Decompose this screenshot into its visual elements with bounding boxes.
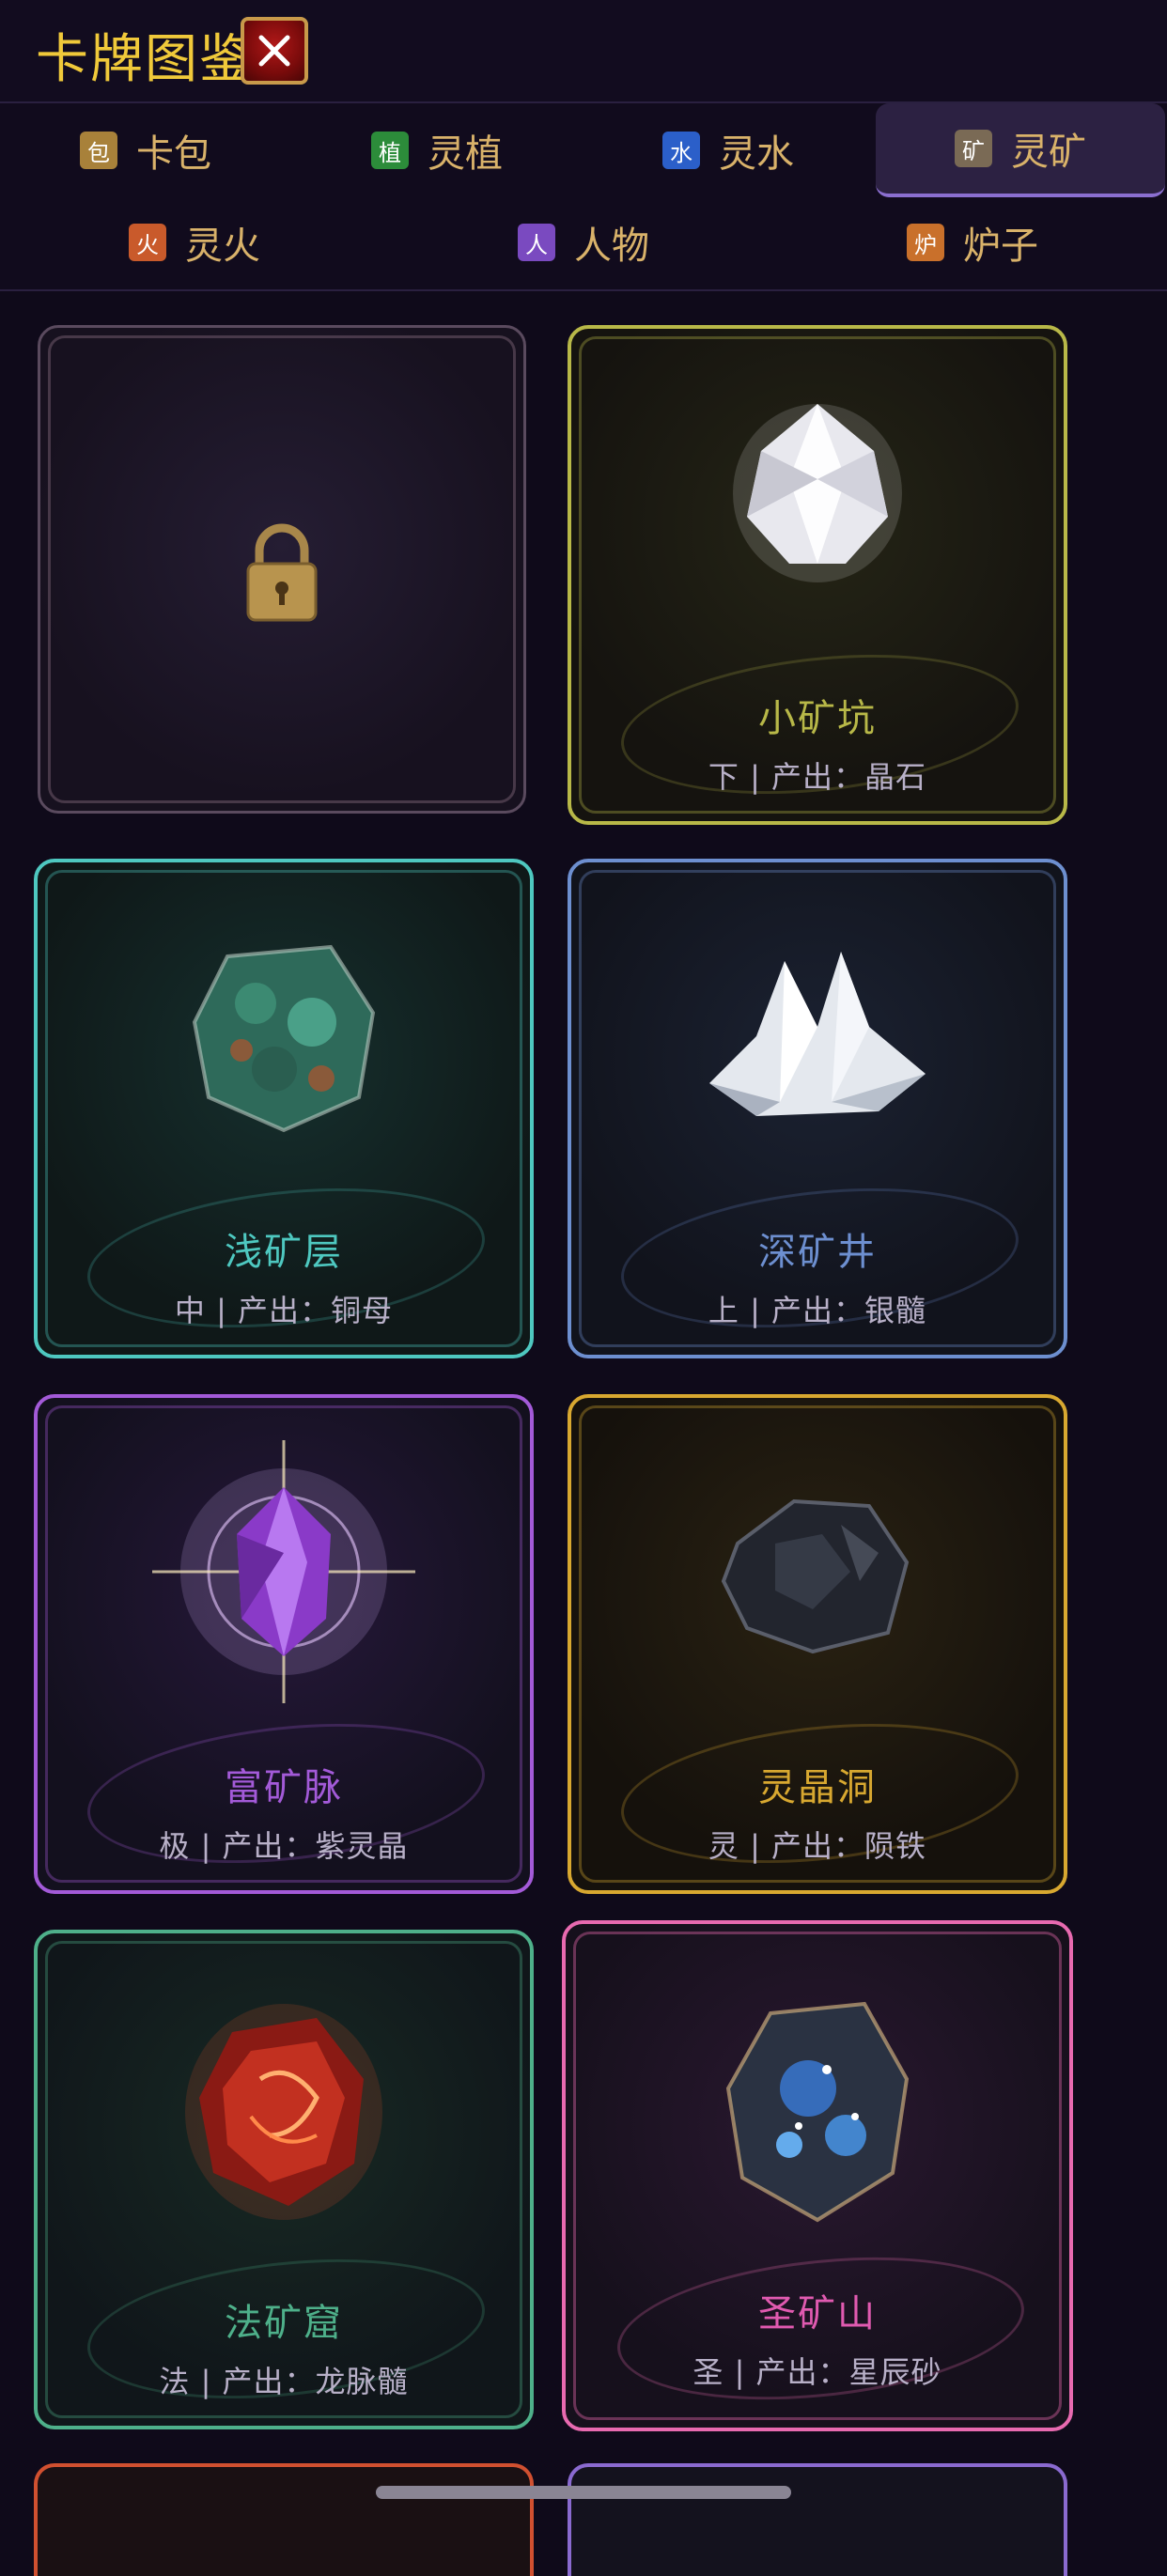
tab-spirit-water[interactable]: 水 灵水: [583, 105, 874, 195]
card-desc: 极 | 产出：紫灵晶: [159, 1828, 409, 1864]
starry-ore-art: [725, 2001, 910, 2223]
card-desc: 圣 | 产出：星辰砂: [692, 2354, 942, 2390]
fire-icon: 火: [129, 224, 166, 261]
tab-label: 灵火: [185, 225, 260, 268]
water-icon: 水: [662, 132, 700, 169]
page-title: 卡牌图鉴: [36, 29, 254, 90]
header: 卡牌图鉴: [0, 0, 1167, 103]
card-desc: 灵 | 产出：陨铁: [708, 1828, 927, 1864]
copper-ore-art: [192, 944, 376, 1133]
tab-spirit-fire[interactable]: 火 灵火: [0, 197, 389, 287]
close-icon: [258, 35, 290, 67]
tab-furnace[interactable]: 炉 炉子: [778, 197, 1167, 287]
card-mine[interactable]: 圣矿山 圣 | 产出：星辰砂: [562, 1920, 1073, 2431]
tab-label: 卡包: [136, 132, 211, 176]
plant-icon: 植: [371, 132, 409, 169]
card-mine[interactable]: 法矿窟 法 | 产出：龙脉髓: [34, 1930, 534, 2429]
card-name: 小矿坑: [758, 697, 877, 740]
card-name: 圣矿山: [758, 2292, 877, 2335]
crystal-stone-art: [733, 404, 902, 582]
card-mine-partial[interactable]: [34, 2463, 534, 2576]
tab-spirit-plant[interactable]: 植 灵植: [291, 105, 583, 195]
card-desc: 法 | 产出：龙脉髓: [159, 2364, 409, 2399]
card-desc: 上 | 产出：银髓: [708, 1293, 927, 1328]
card-locked[interactable]: [38, 325, 526, 814]
tab-label: 灵矿: [1011, 131, 1086, 174]
home-indicator[interactable]: [376, 2486, 791, 2499]
card-grid: 小矿坑 下 | 产出：晶石 浅矿层 中 | 产出：铜母 深矿井 上 | 产出：银…: [0, 291, 1167, 2576]
card-name: 法矿窟: [225, 2302, 343, 2345]
card-mine[interactable]: 富矿脉 极 | 产出：紫灵晶: [34, 1394, 534, 1894]
card-name: 深矿井: [758, 1231, 877, 1274]
tab-spirit-mine[interactable]: 矿 灵矿: [876, 103, 1165, 197]
person-icon: 人: [518, 224, 555, 261]
card-pack-icon: 包: [80, 132, 117, 169]
card-mine-partial[interactable]: [568, 2463, 1067, 2576]
tab-label: 炉子: [963, 225, 1038, 268]
close-button[interactable]: [241, 17, 308, 85]
card-mine[interactable]: 浅矿层 中 | 产出：铜母: [34, 859, 534, 1358]
tab-label: 人物: [574, 225, 649, 268]
silver-crystal-art: [709, 952, 926, 1116]
card-name: 富矿脉: [225, 1766, 343, 1809]
card-desc: 下 | 产出：晶石: [708, 759, 927, 795]
card-mine[interactable]: 灵晶洞 灵 | 产出：陨铁: [568, 1394, 1067, 1894]
meteorite-art: [721, 1498, 910, 1654]
dragon-vein-ore-art: [185, 2004, 382, 2220]
mine-icon: 矿: [955, 130, 992, 167]
card-name: 浅矿层: [225, 1231, 343, 1274]
purple-crystal-art: [152, 1440, 415, 1703]
tab-label: 灵植: [428, 132, 503, 176]
tab-characters[interactable]: 人 人物: [389, 197, 778, 287]
furnace-icon: 炉: [907, 224, 944, 261]
card-name: 灵晶洞: [758, 1766, 877, 1809]
card-mine[interactable]: 深矿井 上 | 产出：银髓: [568, 859, 1067, 1358]
padlock-icon: [246, 523, 318, 622]
tab-label: 灵水: [719, 132, 794, 176]
category-tabs: 包 卡包 植 灵植 水 灵水 矿 灵矿 火 灵火 人 人物 炉 炉子: [0, 103, 1167, 291]
card-desc: 中 | 产出：铜母: [174, 1293, 394, 1328]
tab-card-pack[interactable]: 包 卡包: [0, 105, 291, 195]
card-mine[interactable]: 小矿坑 下 | 产出：晶石: [568, 325, 1067, 825]
